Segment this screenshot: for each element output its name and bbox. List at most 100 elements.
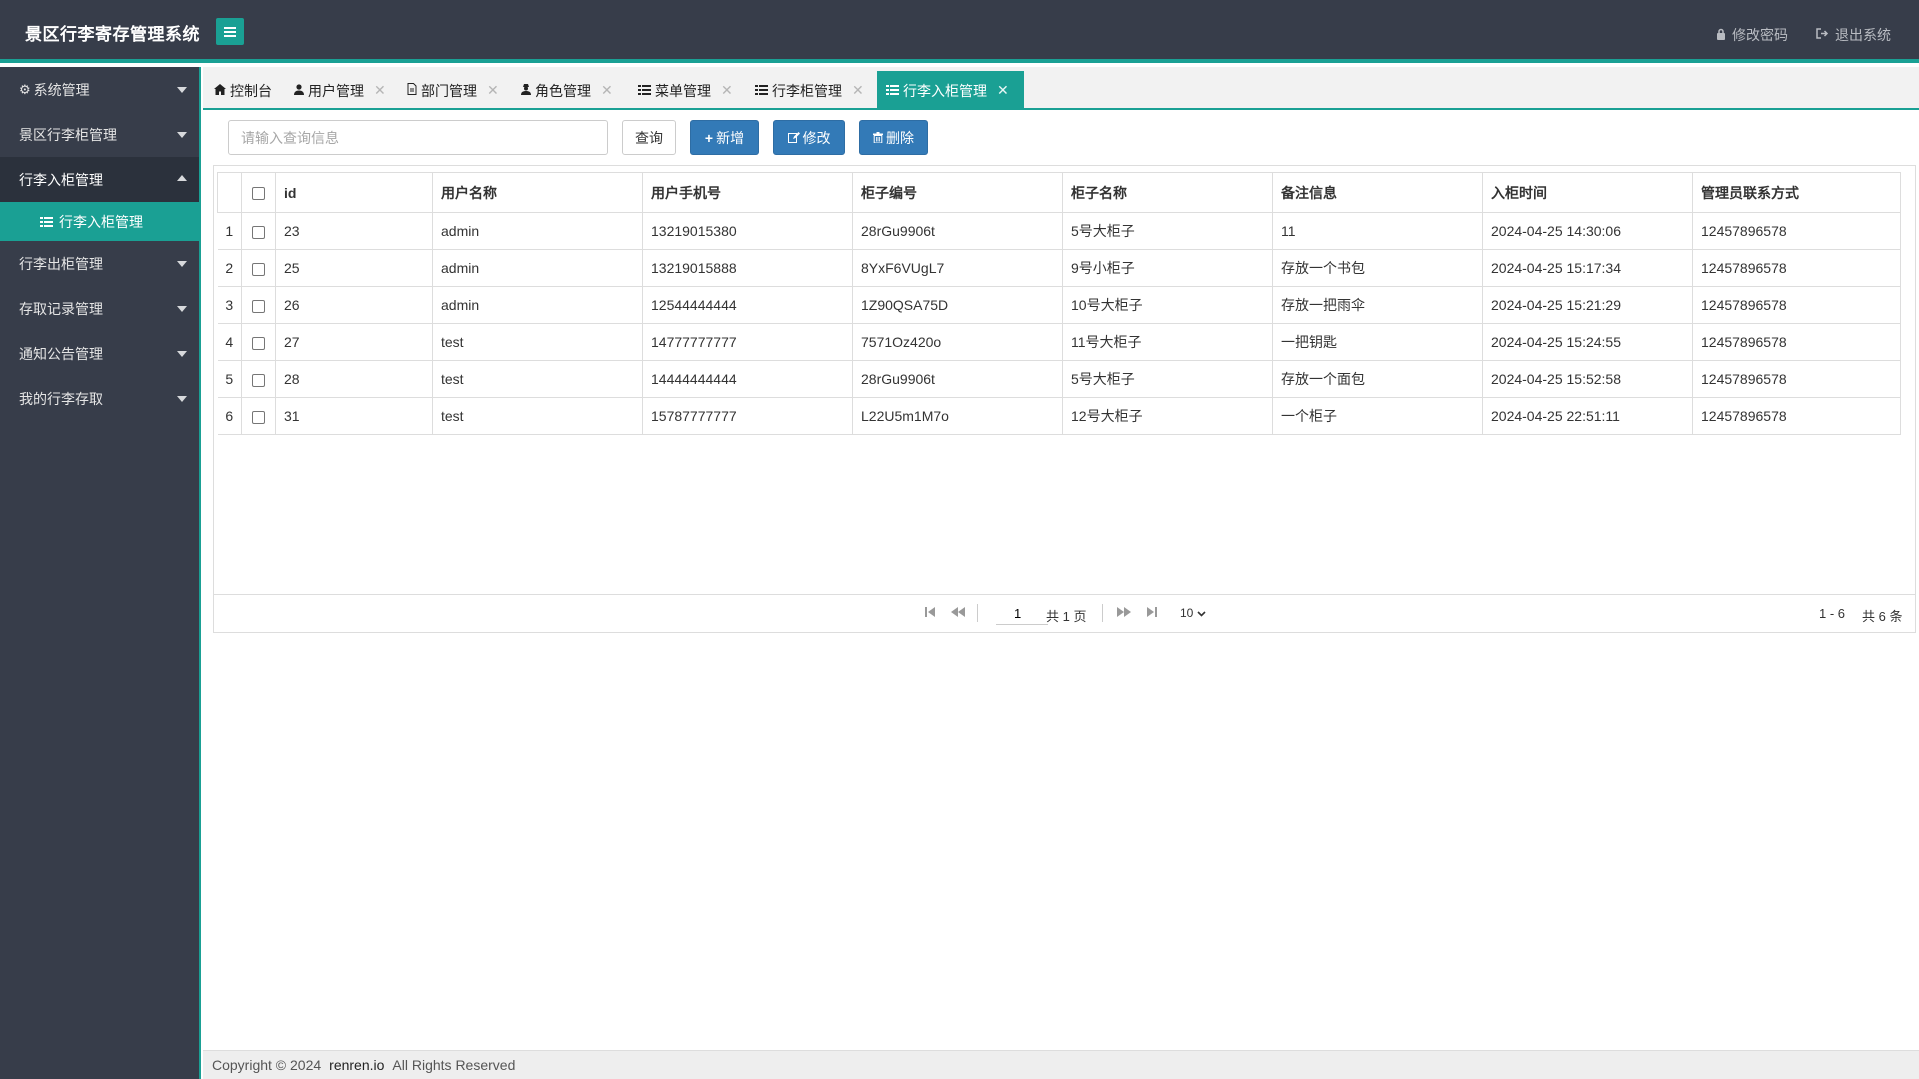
table-cell: 5号大柜子 bbox=[1062, 360, 1273, 398]
table-cell: 2024-04-25 22:51:11 bbox=[1482, 397, 1693, 435]
column-header-checkin-time[interactable]: 入柜时间 bbox=[1482, 172, 1693, 213]
table-row[interactable]: 6 31 test 15787777777 L22U5m1M7o 12号大柜子 一个柜子 20… bbox=[217, 397, 1901, 435]
select-all-checkbox[interactable] bbox=[252, 187, 265, 201]
column-header-locker-name[interactable]: 柜子名称 bbox=[1062, 172, 1273, 213]
change-password-link[interactable]: 修改密码 bbox=[1716, 25, 1788, 45]
table-row[interactable]: 4 27 test 14777777777 7571Oz420o 11号大柜子 一把钥匙 20… bbox=[217, 323, 1901, 361]
row-number: 1 bbox=[217, 212, 242, 250]
sidebar-item-locker[interactable]: 景区行李柜管理 bbox=[0, 112, 199, 157]
sidebar-item-records[interactable]: 存取记录管理 bbox=[0, 286, 199, 331]
table-cell: 13219015380 bbox=[642, 212, 853, 250]
first-page-icon[interactable] bbox=[925, 606, 935, 621]
column-header-username[interactable]: 用户名称 bbox=[432, 172, 643, 213]
column-header-admin-contact[interactable]: 管理员联系方式 bbox=[1692, 172, 1901, 213]
prev-page-icon[interactable] bbox=[951, 606, 965, 621]
caret-down-icon bbox=[177, 396, 187, 402]
home-icon bbox=[214, 83, 226, 98]
tab-role-management[interactable]: 角色管理 ✕ bbox=[521, 71, 613, 110]
table-cell: 28rGu9906t bbox=[852, 212, 1063, 250]
table-row[interactable]: 5 28 test 14444444444 28rGu9906t 5号大柜子 存放一个面包 2… bbox=[217, 360, 1901, 398]
table-cell: 12457896578 bbox=[1692, 249, 1901, 287]
sidebar-item-notices[interactable]: 通知公告管理 bbox=[0, 331, 199, 376]
page-size-select[interactable]: 10 bbox=[1180, 606, 1206, 620]
tab-checkin-management[interactable]: 行李入柜管理 ✕ bbox=[877, 71, 1024, 110]
pagination: 共 1 页 10 1 - 6 共 6 条 bbox=[214, 594, 1915, 632]
column-header-id[interactable]: id bbox=[275, 172, 433, 213]
table-row[interactable]: 3 26 admin 12544444444 1Z90QSA75D 10号大柜子 存放一把雨… bbox=[217, 286, 1901, 324]
close-icon[interactable]: ✕ bbox=[852, 82, 864, 99]
sidebar-item-system[interactable]: ⚙ 系统管理 bbox=[0, 67, 199, 112]
pager-divider bbox=[1102, 604, 1103, 622]
footer: Copyright © 2024 renren.io All Rights Re… bbox=[203, 1050, 1919, 1079]
select-all-cell bbox=[241, 172, 276, 213]
table-cell: 9号小柜子 bbox=[1062, 249, 1273, 287]
add-button-label: 新增 bbox=[716, 129, 745, 146]
tab-department-management[interactable]: 部门管理 ✕ bbox=[407, 71, 499, 110]
chevron-down-icon bbox=[1197, 606, 1206, 620]
logout-label: 退出系统 bbox=[1835, 27, 1891, 43]
header-actions: 修改密码 退出系统 bbox=[1716, 25, 1891, 45]
table-cell: 2024-04-25 15:21:29 bbox=[1482, 286, 1693, 324]
table-cell: 1Z90QSA75D bbox=[852, 286, 1063, 324]
close-icon[interactable]: ✕ bbox=[487, 82, 499, 99]
sidebar-item-my-luggage[interactable]: 我的行李存取 bbox=[0, 376, 199, 421]
row-checkbox[interactable] bbox=[252, 262, 265, 276]
user-icon bbox=[294, 83, 304, 98]
brand-link[interactable]: renren.io bbox=[329, 1057, 384, 1073]
tab-label: 部门管理 bbox=[421, 82, 477, 99]
row-checkbox[interactable] bbox=[252, 299, 265, 313]
row-checkbox[interactable] bbox=[252, 373, 265, 387]
table-cell: 25 bbox=[275, 249, 433, 287]
table-cell: 10号大柜子 bbox=[1062, 286, 1273, 324]
column-header-remarks[interactable]: 备注信息 bbox=[1272, 172, 1483, 213]
query-button-label: 查询 bbox=[635, 129, 663, 146]
sidebar-item-checkin[interactable]: 行李入柜管理 bbox=[0, 157, 199, 202]
sidebar-item-label: 系统管理 bbox=[33, 81, 90, 98]
close-icon[interactable]: ✕ bbox=[997, 82, 1009, 99]
last-page-icon[interactable] bbox=[1147, 606, 1157, 621]
row-checkbox[interactable] bbox=[252, 336, 265, 350]
row-number-header bbox=[217, 172, 242, 213]
sidebar-item-label: 行李入柜管理 bbox=[19, 171, 103, 188]
tab-locker-management[interactable]: 行李柜管理 ✕ bbox=[755, 71, 864, 110]
data-table: id 用户名称 用户手机号 柜子编号 柜子名称 备注信息 入柜时间 管理员联系方… bbox=[217, 172, 1901, 435]
delete-button[interactable]: 删除 bbox=[859, 120, 928, 155]
column-header-phone[interactable]: 用户手机号 bbox=[642, 172, 853, 213]
edit-button[interactable]: 修改 bbox=[773, 120, 845, 155]
app-title: 景区行李寄存管理系统 bbox=[25, 25, 200, 44]
table-cell: 28 bbox=[275, 360, 433, 398]
row-select-cell bbox=[241, 323, 276, 361]
table-cell: 27 bbox=[275, 323, 433, 361]
table-row[interactable]: 1 23 admin 13219015380 28rGu9906t 5号大柜子 11 2024… bbox=[217, 212, 1901, 250]
tab-menu-management[interactable]: 菜单管理 ✕ bbox=[638, 71, 733, 110]
tab-user-management[interactable]: 用户管理 ✕ bbox=[294, 71, 386, 110]
row-checkbox[interactable] bbox=[252, 410, 265, 424]
close-icon[interactable]: ✕ bbox=[721, 82, 733, 99]
table-cell: 15787777777 bbox=[642, 397, 853, 435]
range-text: 1 - 6 bbox=[1819, 606, 1846, 621]
close-icon[interactable]: ✕ bbox=[374, 82, 386, 99]
table-cell: 一个柜子 bbox=[1272, 397, 1483, 435]
page-number-input[interactable] bbox=[996, 603, 1048, 625]
table-cell: 8YxF6VUgL7 bbox=[852, 249, 1063, 287]
sidebar-subitem-checkin[interactable]: 行李入柜管理 bbox=[0, 202, 199, 241]
change-password-label: 修改密码 bbox=[1732, 27, 1788, 43]
table-row[interactable]: 2 25 admin 13219015888 8YxF6VUgL7 9号小柜子 存放一个书包… bbox=[217, 249, 1901, 287]
sidebar-item-checkout[interactable]: 行李出柜管理 bbox=[0, 241, 199, 286]
table-panel: id 用户名称 用户手机号 柜子编号 柜子名称 备注信息 入柜时间 管理员联系方… bbox=[213, 165, 1916, 633]
query-button[interactable]: 查询 bbox=[622, 120, 676, 155]
add-button[interactable]: + 新增 bbox=[690, 120, 759, 155]
menu-toggle-button[interactable] bbox=[216, 18, 244, 45]
tab-console[interactable]: 控制台 bbox=[214, 71, 272, 110]
table-cell: 12457896578 bbox=[1692, 397, 1901, 435]
search-input[interactable] bbox=[228, 120, 608, 155]
logout-link[interactable]: 退出系统 bbox=[1816, 25, 1891, 45]
table-cell: 28rGu9906t bbox=[852, 360, 1063, 398]
row-checkbox[interactable] bbox=[252, 225, 265, 239]
column-header-locker-code[interactable]: 柜子编号 bbox=[852, 172, 1063, 213]
next-page-icon[interactable] bbox=[1117, 606, 1131, 621]
sidebar-item-label: 我的行李存取 bbox=[19, 390, 103, 407]
row-number: 4 bbox=[217, 323, 242, 361]
table-cell: 23 bbox=[275, 212, 433, 250]
close-icon[interactable]: ✕ bbox=[601, 82, 613, 99]
